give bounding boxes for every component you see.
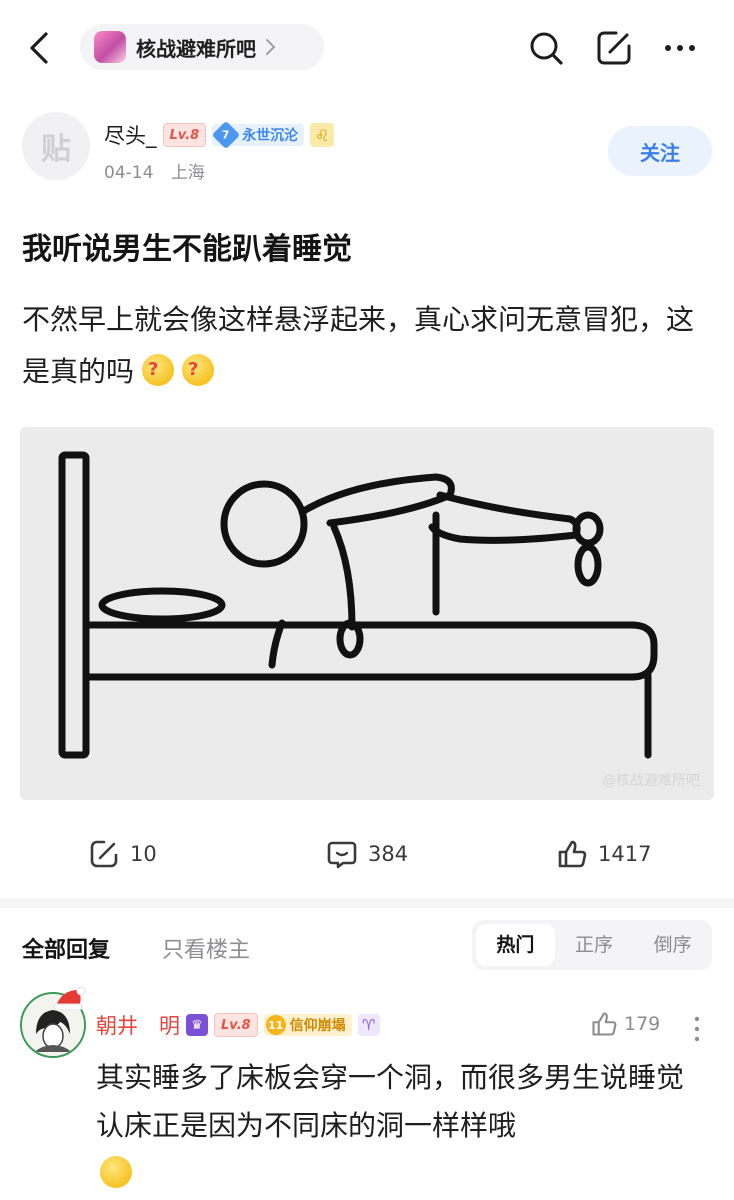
sort-switch: 热门 正序 倒序	[472, 920, 712, 970]
forum-name: 核战避难所吧	[136, 36, 256, 61]
forum-avatar	[94, 31, 126, 63]
title-text: 信仰崩塌	[289, 1018, 346, 1034]
share-button[interactable]: 10	[88, 838, 157, 870]
diamond-icon: 7	[212, 120, 241, 150]
sort-ascending[interactable]: 正序	[555, 924, 634, 966]
post-image[interactable]: @核战避难所吧	[20, 427, 714, 800]
comment-text: 其实睡多了床板会穿一个洞，而很多男生说睡觉认床正是因为不同床的洞一样样哦	[96, 1054, 706, 1198]
back-button[interactable]	[22, 28, 58, 68]
write-reply-button[interactable]	[594, 28, 634, 68]
post-meta: 04-14 上海	[104, 158, 205, 183]
share-count: 10	[130, 842, 157, 866]
tab-all-replies[interactable]: 全部回复	[22, 932, 110, 964]
author-name-row: 尽头_ Lv.8 7 永世沉沦 ♌	[104, 120, 335, 150]
thumbs-up-icon	[592, 1012, 617, 1036]
edit-icon	[597, 31, 631, 65]
tab-op-only[interactable]: 只看楼主	[162, 932, 250, 964]
title-level-icon: 11	[265, 1015, 286, 1035]
post-date: 04-14	[104, 163, 154, 183]
search-icon	[530, 32, 563, 65]
santa-hat-icon	[53, 986, 86, 1010]
sort-descending[interactable]: 倒序	[633, 924, 712, 966]
post-body-text: 不然早上就会像这样悬浮起来，真心求问无意冒犯，这是真的吗	[22, 303, 695, 388]
more-button[interactable]	[660, 28, 700, 68]
comment-button[interactable]: 384	[326, 838, 408, 870]
like-count: 1417	[598, 842, 652, 866]
comment-text-body: 其实睡多了床板会穿一个洞，而很多男生说睡觉认床正是因为不同床的洞一样样哦	[96, 1061, 685, 1142]
avatar-placeholder-text: 贴	[41, 132, 71, 167]
leo-icon: ♌	[310, 123, 335, 147]
aries-icon: ♈	[357, 1014, 380, 1036]
title-badge: 11 信仰崩塌	[263, 1014, 352, 1036]
commenter-name-row: 朝井 明 ♛ Lv.8 11 信仰崩塌 ♈	[96, 1010, 380, 1040]
tongue-emoji-icon	[100, 1156, 132, 1188]
author-avatar[interactable]: 贴	[22, 112, 90, 180]
like-button[interactable]: 1417	[556, 838, 651, 870]
search-button[interactable]	[526, 28, 566, 68]
thumbs-up-icon	[558, 840, 587, 868]
chevron-right-icon	[266, 39, 276, 55]
forum-link[interactable]: 核战避难所吧	[80, 24, 324, 70]
confused-emoji-icon	[142, 344, 175, 396]
level-badge: Lv.8	[214, 1013, 258, 1037]
level-badge: Lv.8	[162, 123, 207, 147]
comment-more-button[interactable]	[690, 1014, 704, 1044]
image-watermark: @核战避难所吧	[602, 773, 700, 789]
crown-icon: ♛	[186, 1014, 208, 1036]
title-text: 永世沉沦	[242, 128, 299, 144]
comment-icon	[327, 841, 357, 869]
author-name[interactable]: 尽头_	[104, 120, 157, 150]
title-badge: 7 永世沉沦	[212, 120, 305, 150]
commenter-name[interactable]: 朝井 明	[96, 1010, 180, 1040]
post-location: 上海	[170, 163, 205, 183]
comment-like-count: 179	[624, 1013, 661, 1035]
confused-emoji-icon	[182, 344, 215, 396]
share-icon	[90, 840, 118, 868]
more-horizontal-icon	[665, 45, 695, 51]
post-body: 不然早上就会像这样悬浮起来，真心求问无意冒犯，这是真的吗	[22, 294, 712, 398]
stick-figure-illustration	[58, 451, 658, 759]
comment-like-button[interactable]: 179	[590, 1010, 660, 1038]
comment-count: 384	[368, 842, 409, 866]
post-title: 我听说男生不能趴着睡觉	[22, 232, 352, 267]
follow-button[interactable]: 关注	[608, 126, 712, 176]
section-divider	[0, 898, 734, 908]
more-vertical-icon	[694, 1016, 700, 1042]
sort-hot[interactable]: 热门	[476, 924, 555, 966]
back-arrow-icon	[30, 32, 48, 64]
